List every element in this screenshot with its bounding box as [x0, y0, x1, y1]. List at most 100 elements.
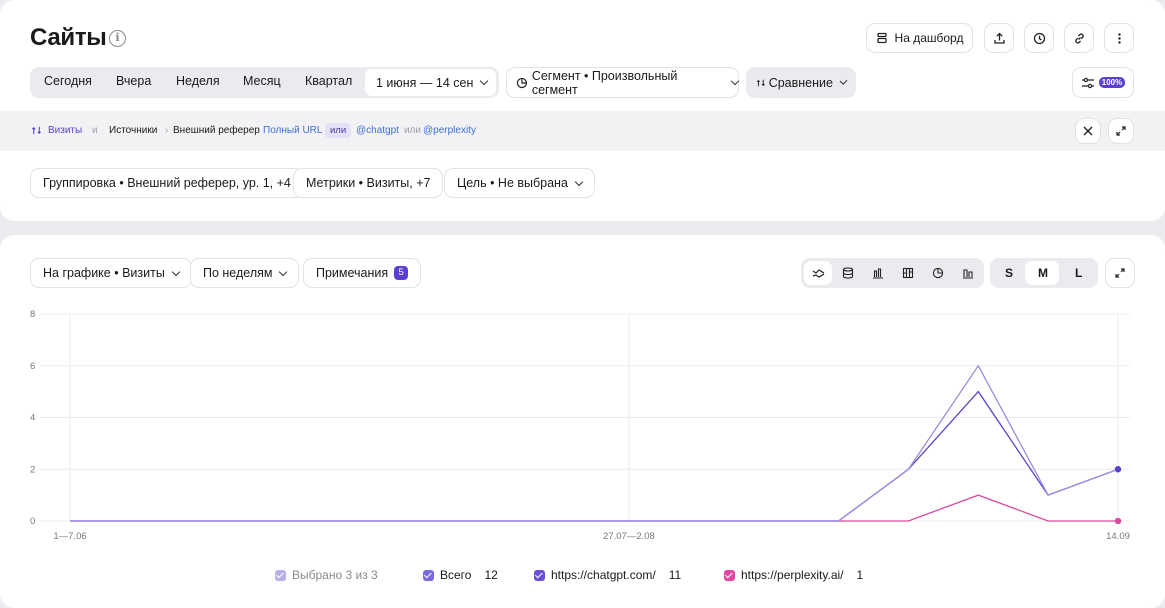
y-tick-label: 8 [30, 309, 35, 320]
page-title: Сайты [30, 24, 107, 51]
chart-type-switcher [801, 258, 984, 288]
stacked-area-icon[interactable] [839, 264, 857, 282]
size-s-option[interactable]: S [1005, 266, 1013, 280]
y-tick-label: 4 [30, 413, 35, 424]
expand-filter-button[interactable] [1108, 118, 1134, 144]
sliders-icon [1081, 77, 1094, 88]
period-selector: Сегодня Вчера Неделя Месяц Квартал 1 июн… [30, 67, 499, 98]
checkbox-icon [534, 569, 545, 581]
series-line-0 [70, 364, 1119, 522]
legend-select-all[interactable]: Выбрано 3 из 3 [275, 568, 378, 582]
upload-icon [993, 32, 1005, 44]
goal-label: Цель • Не выбрана [457, 176, 568, 190]
x-tick-label: 1—7.06 [53, 531, 86, 542]
expand-icon [1115, 268, 1125, 278]
export-button[interactable] [984, 23, 1014, 53]
chevron-down-icon [279, 267, 288, 276]
line-chart: 0 2 4 6 8 1—7.06 27.07—2.08 14.09 [30, 309, 1130, 542]
notes-label: Примечания [316, 266, 389, 280]
legend-label: Всего [440, 568, 472, 582]
filter-and: и [92, 125, 98, 136]
x-tick-label: 27.07—2.08 [603, 531, 655, 542]
share-link-button[interactable] [1064, 23, 1094, 53]
size-m-option[interactable]: M [1038, 266, 1048, 280]
close-icon [1083, 126, 1093, 136]
legend-value: 12 [484, 568, 498, 582]
checkbox-icon [724, 569, 735, 581]
chevron-down-icon [839, 77, 848, 85]
filter-value-perplexity[interactable]: @perplexity [423, 125, 476, 136]
date-range-label: 1 июня — 14 сен [376, 75, 474, 90]
filter-full-url[interactable]: Полный URL [263, 125, 322, 136]
checkbox-icon [423, 569, 434, 581]
size-l-option[interactable]: L [1075, 266, 1082, 280]
detail-selector[interactable]: По неделям [190, 258, 300, 288]
more-menu-button[interactable] [1104, 23, 1134, 53]
chart-size-switcher: S M L [990, 258, 1098, 288]
clear-filter-button[interactable] [1075, 118, 1101, 144]
link-icon [1074, 32, 1084, 44]
expand-icon [1116, 126, 1126, 136]
y-tick-label: 0 [30, 516, 35, 527]
legend-item-total[interactable]: Всего 12 [423, 568, 498, 582]
segment-label: Сегмент • Произвольный сегмент [531, 68, 678, 97]
filter-value-chatgpt[interactable]: @chatgpt [356, 125, 399, 136]
bar-chart-icon[interactable] [869, 264, 887, 282]
dashboard-icon [876, 32, 887, 44]
comparison-button[interactable]: Сравнение [746, 67, 856, 98]
compare-icon [756, 79, 765, 86]
sampling-button[interactable]: 100% [1072, 67, 1134, 98]
line-chart-icon[interactable] [809, 264, 827, 282]
grouping-button[interactable]: Группировка • Внешний реферер, ур. 1, +4 [30, 168, 304, 198]
stacked-bar-icon[interactable] [899, 264, 917, 282]
period-today[interactable]: Сегодня [44, 74, 92, 88]
date-range-picker[interactable]: 1 июня — 14 сен [365, 69, 496, 96]
or-badge: или [325, 123, 352, 138]
checkbox-icon [275, 569, 286, 581]
column-chart-icon[interactable] [959, 264, 977, 282]
period-month[interactable]: Месяц [243, 74, 281, 88]
grouping-label: Группировка • Внешний реферер, ур. 1, +4 [43, 176, 291, 190]
clock-icon [1033, 32, 1045, 44]
y-tick-label: 6 [30, 361, 35, 372]
period-quarter[interactable]: Квартал [305, 74, 352, 88]
goal-selector[interactable]: Цель • Не выбрана [444, 168, 595, 198]
more-vertical-icon [1117, 32, 1121, 44]
period-yesterday[interactable]: Вчера [116, 74, 151, 88]
fullscreen-chart-button[interactable] [1105, 258, 1135, 288]
metrics-button[interactable]: Метрики • Визиты, +7 [293, 168, 444, 198]
detail-label: По неделям [203, 266, 273, 280]
notes-count-badge: 5 [394, 266, 409, 280]
chevron-down-icon [480, 76, 489, 86]
legend-selected-label: Выбрано 3 из 3 [292, 568, 378, 582]
legend-value: 1 [856, 568, 864, 582]
pie-chart-icon[interactable] [929, 264, 947, 282]
history-button[interactable] [1024, 23, 1054, 53]
info-icon[interactable]: i [109, 30, 126, 47]
segment-icon [516, 77, 528, 88]
legend-item-chatgpt[interactable]: https://chatgpt.com/ 11 [534, 568, 681, 582]
chart-metric-selector[interactable]: На графике • Визиты [30, 258, 192, 288]
legend-item-perplexity[interactable]: https://perplexity.ai/ 1 [724, 568, 863, 582]
compare-icon [31, 126, 42, 135]
filter-referer[interactable]: Внешний реферер [173, 125, 260, 136]
legend-label: https://chatgpt.com/ [551, 568, 656, 582]
period-week[interactable]: Неделя [176, 74, 220, 88]
chevron-down-icon [730, 76, 740, 86]
series-line-2 [70, 494, 1118, 522]
series-end-point [1114, 466, 1122, 473]
metrics-label: Метрики • Визиты, +7 [306, 176, 431, 190]
legend-label: https://perplexity.ai/ [741, 568, 844, 582]
filter-metric[interactable]: Визиты [48, 125, 82, 136]
segment-selector[interactable]: Сегмент • Произвольный сегмент [506, 67, 740, 98]
series-end-point [1114, 517, 1122, 525]
chevron-down-icon [171, 267, 181, 276]
filter-sources[interactable]: Источники [109, 125, 157, 136]
chevron-down-icon [574, 177, 584, 186]
chart-metric-label: На графике • Визиты [43, 266, 165, 280]
dashboard-label: На дашборд [894, 31, 964, 45]
add-to-dashboard-button[interactable]: На дашборд [866, 23, 973, 53]
notes-button[interactable]: Примечания 5 [303, 258, 422, 288]
legend-value: 11 [668, 568, 682, 582]
sampling-badge: 100% [1098, 77, 1126, 88]
